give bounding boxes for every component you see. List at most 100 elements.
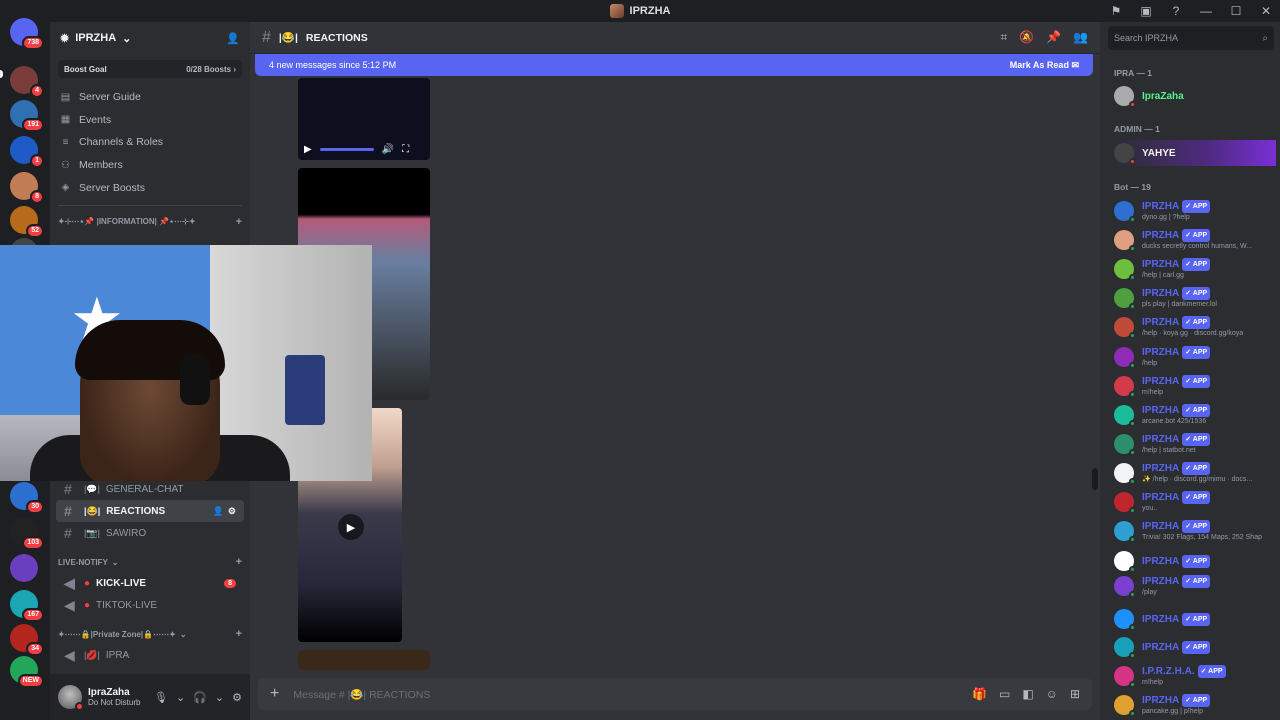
guide-icon: ▤	[60, 91, 71, 103]
server-icon[interactable]: 1	[10, 136, 44, 168]
member-item[interactable]: IPRZHA ✓ APP/help	[1114, 344, 1276, 370]
add-channel-icon[interactable]: +	[236, 628, 242, 640]
avatar	[1114, 317, 1136, 339]
member-item[interactable]: IPRZHA ✓ APP ✨ /help · discord.gg/mimu · d…	[1114, 460, 1276, 486]
channel-sawiro[interactable]: # |📷| SAWIRO	[56, 522, 244, 544]
member-activity: m!help	[1142, 389, 1164, 396]
title-bar: IPRZHA ⚑ ▣ ? — ☐ ✕	[0, 0, 1280, 22]
headphones-icon[interactable]: 🎧	[193, 691, 207, 704]
server-icon[interactable]: 191	[10, 100, 44, 132]
menu-server-guide[interactable]: ▤ Server Guide	[50, 86, 250, 109]
member-item[interactable]: IPRZHA ✓ APP/help · koya.gg · discord.gg/…	[1114, 314, 1276, 340]
close-icon[interactable]: ✕	[1258, 4, 1274, 18]
member-item[interactable]: IPRZHA ✓ APP you..	[1114, 489, 1276, 515]
member-activity: pancake.gg | p!help	[1142, 708, 1203, 715]
server-icon[interactable]: 4	[10, 66, 44, 98]
menu-channels-roles[interactable]: ≡ Channels & Roles	[50, 131, 250, 154]
add-channel-icon[interactable]: +	[236, 216, 242, 228]
mark-as-read-button[interactable]: Mark As Read ✉	[1010, 60, 1079, 71]
server-icon[interactable]: 8	[10, 172, 44, 204]
member-list-icon[interactable]: 👥	[1073, 30, 1088, 45]
chevron-down-icon[interactable]: ⌄	[215, 691, 224, 704]
member-item[interactable]: YAHYE	[1114, 140, 1276, 166]
member-item[interactable]: IPRZHA ✓ APP Trivia! 302 Flags, 154 Maps, …	[1114, 518, 1276, 544]
server-icon[interactable]	[10, 554, 38, 582]
member-item[interactable]: IPRZHA ✓ APP	[1114, 634, 1276, 660]
channel-tiktok-live[interactable]: ◀ ● TIKTOK-LIVE	[56, 594, 244, 616]
member-item[interactable]: IPRZHA ✓ APP m!help	[1114, 373, 1276, 399]
gif-icon[interactable]: ▭	[999, 687, 1010, 701]
menu-events[interactable]: ▦ Events	[50, 109, 250, 132]
avatar	[1114, 521, 1136, 543]
speaker-icon: ◀	[64, 574, 75, 591]
member-item[interactable]: IPRZHA ✓ APP pancake.gg | p!help	[1114, 692, 1276, 718]
member-item[interactable]: IPRZHA ✓ APP arcane.bot 425/1536	[1114, 402, 1276, 428]
channel-kick-live[interactable]: ◀ ● KICK-LIVE 8	[56, 572, 244, 594]
channel-general-chat[interactable]: # |💬| GENERAL-CHAT	[56, 478, 244, 500]
server-icon[interactable]: 52	[10, 206, 44, 238]
category-information[interactable]: ✦⊹⋯⋆📌 |INFORMATION| 📌⋆⋯⊹✦ +	[50, 212, 250, 232]
image-attachment[interactable]	[298, 650, 430, 670]
minimize-icon[interactable]: —	[1198, 4, 1214, 18]
microphone-icon[interactable]: 🎙	[154, 691, 168, 704]
server-icon[interactable]: 103	[10, 518, 44, 550]
member-item[interactable]: IPRZHA ✓ APP/play	[1114, 573, 1276, 599]
member-name: IPRZHA	[1142, 463, 1180, 475]
avatar[interactable]	[58, 685, 84, 711]
message-composer[interactable]: + Message # |😂| REACTIONS 🎁 ▭ ◧ ☺ ⊞	[258, 678, 1092, 710]
boost-goal[interactable]: Boost Goal 0/28 Boosts ›	[58, 60, 242, 78]
fullscreen-icon[interactable]: ⛶	[402, 144, 409, 155]
mute-bell-icon[interactable]: 🔕	[1019, 30, 1034, 45]
chevron-down-icon[interactable]: ⌄	[176, 691, 185, 704]
member-activity: ducks secretly control humans, W...	[1142, 243, 1253, 250]
status-icon	[1129, 391, 1136, 398]
inbox-icon[interactable]: ▣	[1138, 4, 1154, 18]
member-item[interactable]: IpraZaha	[1114, 83, 1276, 109]
member-name: IPRZHA	[1142, 695, 1180, 707]
add-channel-icon[interactable]: +	[236, 556, 242, 568]
member-item[interactable]: IPRZHA ✓ APP pls play | dankmemer.lol	[1114, 285, 1276, 311]
server-icon[interactable]: 167	[10, 590, 44, 622]
emoji-icon[interactable]: ☺	[1046, 687, 1058, 701]
gear-icon[interactable]: ⚙	[228, 506, 236, 517]
server-header[interactable]: ✹ IPRZHA ⌄ 👤	[50, 22, 250, 54]
add-attachment-icon[interactable]: +	[270, 685, 279, 703]
menu-server-boosts[interactable]: ◈ Server Boosts	[50, 176, 250, 199]
server-icon[interactable]: NEW	[10, 656, 44, 688]
channel-ipra[interactable]: ◀ |💋| IPRA	[56, 644, 244, 666]
member-item[interactable]: IPRZHA ✓ APP	[1114, 606, 1276, 632]
help-icon[interactable]: ?	[1168, 4, 1184, 18]
member-item[interactable]: IPRZHA ✓ APP ducks secretly control humans…	[1114, 227, 1276, 253]
server-icon[interactable]: 34	[10, 624, 44, 656]
invite-people-icon[interactable]: 👤	[226, 32, 240, 45]
server-icon[interactable]: 30	[10, 482, 44, 514]
pin-icon[interactable]: 📌	[1046, 30, 1061, 45]
video-progress[interactable]	[319, 147, 374, 151]
threads-icon[interactable]: ⌗	[1000, 30, 1007, 45]
sticker-icon[interactable]: ◧	[1022, 687, 1033, 701]
maximize-icon[interactable]: ☐	[1228, 4, 1244, 18]
member-item[interactable]: I.P.R.Z.H.A. ✓ APP m!help	[1114, 663, 1276, 689]
inbox-flag-icon[interactable]: ⚑	[1108, 4, 1124, 18]
category-private-zone[interactable]: ✦⋯⋯🔒|Private Zone|🔒⋯⋯✦ ⌄ +	[50, 624, 250, 644]
scrollbar[interactable]	[1092, 468, 1098, 490]
volume-icon[interactable]: 🔊	[382, 144, 394, 155]
invite-icon[interactable]: 👤	[213, 506, 224, 517]
member-item[interactable]: IPRZHA ✓ APP	[1114, 548, 1276, 574]
menu-members[interactable]: ⚇ Members	[50, 154, 250, 177]
search-input[interactable]: Search IPRZHA ⌕	[1108, 26, 1274, 50]
play-icon[interactable]: ▶	[338, 514, 364, 540]
gear-icon[interactable]: ⚙	[232, 691, 242, 704]
message-input[interactable]: Message # |😂| REACTIONS	[293, 688, 430, 701]
category-live-notify[interactable]: LIVE-NOTIFY ⌄ +	[50, 552, 250, 572]
apps-icon[interactable]: ⊞	[1070, 687, 1080, 701]
app-badge: ✓ APP	[1182, 491, 1211, 504]
member-item[interactable]: IPRZHA ✓ APP/help | statbot.net	[1114, 431, 1276, 457]
play-icon[interactable]: ▶	[304, 144, 312, 155]
channel-reactions[interactable]: # |😂| REACTIONS 👤 ⚙	[56, 500, 244, 522]
member-item[interactable]: IPRZHA ✓ APP/help | carl.gg	[1114, 256, 1276, 282]
home-icon[interactable]: 738	[10, 18, 44, 50]
gift-icon[interactable]: 🎁	[972, 687, 987, 701]
new-messages-bar[interactable]: 4 new messages since 5:12 PM Mark As Rea…	[255, 54, 1093, 76]
member-item[interactable]: IPRZHA ✓ APP dyno.gg | ?help	[1114, 198, 1276, 224]
